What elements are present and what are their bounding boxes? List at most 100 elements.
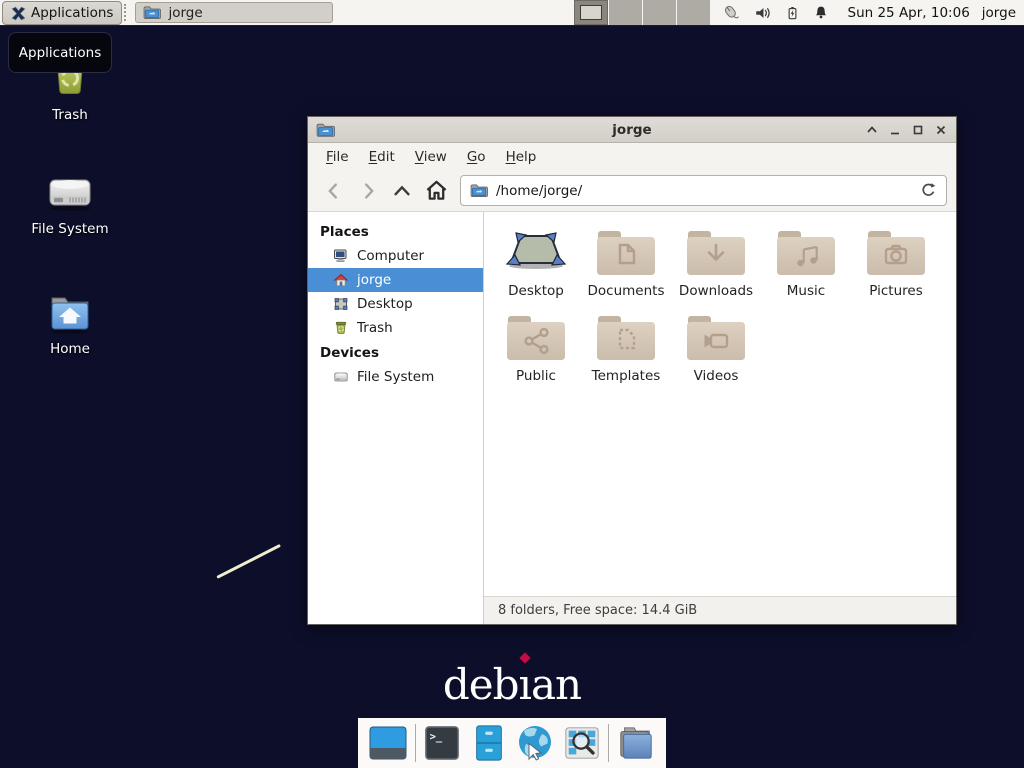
show-desktop-icon[interactable] (368, 723, 408, 763)
dock-separator (608, 724, 609, 762)
sidebar: Places Computer jorge Desktop (308, 212, 484, 624)
main-column: Desktop Documents (484, 212, 956, 624)
music-folder-icon (773, 226, 839, 280)
shade-button[interactable] (865, 123, 879, 137)
computer-icon (333, 248, 349, 264)
taskbar-empty-area (333, 0, 573, 25)
toolbar: /home/jorge/ (308, 170, 956, 212)
menu-view[interactable]: View (405, 145, 457, 169)
file-item-downloads[interactable]: Downloads (673, 226, 759, 299)
menu-edit[interactable]: Edit (359, 145, 405, 169)
desktop-icon-home[interactable]: Home (15, 290, 125, 357)
downloads-folder-icon (683, 226, 749, 280)
sidebar-header-devices: Devices (308, 340, 483, 365)
pictures-folder-icon (863, 226, 929, 280)
workspace-3[interactable] (642, 0, 676, 25)
file-manager-window: jorge File Edit View Go Help (307, 116, 957, 625)
window-titlebar[interactable]: jorge (308, 117, 956, 143)
file-item-music[interactable]: Music (763, 226, 849, 299)
templates-folder-icon (593, 311, 659, 365)
workspace-1[interactable] (574, 0, 608, 25)
web-browser-icon[interactable] (515, 723, 555, 763)
workspace-4[interactable] (676, 0, 710, 25)
public-folder-icon (503, 311, 569, 365)
forward-button[interactable] (351, 175, 385, 207)
desktop-icon-label: Trash (15, 107, 125, 123)
file-item-pictures[interactable]: Pictures (853, 226, 939, 299)
maximize-button[interactable] (911, 123, 925, 137)
home-icon (333, 272, 349, 288)
path-input[interactable]: /home/jorge/ (496, 183, 912, 199)
file-item-public[interactable]: Public (493, 311, 579, 384)
sidebar-header-places: Places (308, 219, 483, 244)
trash-icon (333, 320, 349, 336)
mouse-icon[interactable] (721, 3, 741, 22)
panel-username[interactable]: jorge (978, 0, 1024, 25)
window-controls (865, 123, 948, 137)
desktop-icon-file-system[interactable]: File System (15, 170, 125, 237)
menu-help[interactable]: Help (496, 145, 547, 169)
window-folder-icon (316, 122, 335, 138)
panel-clock[interactable]: Sun 25 Apr, 10:06 (840, 0, 978, 25)
file-item-templates[interactable]: Templates (583, 311, 669, 384)
up-button[interactable] (385, 175, 419, 207)
statusbar-text: 8 folders, Free space: 14.4 GiB (498, 603, 697, 618)
home-button[interactable] (419, 175, 453, 207)
top-panel: Applications jorge Sun (0, 0, 1024, 26)
folder-icon (143, 5, 161, 20)
file-item-documents[interactable]: Documents (583, 226, 669, 299)
menu-go[interactable]: Go (457, 145, 496, 169)
window-title: jorge (308, 122, 956, 138)
hard-drive-icon (15, 170, 125, 216)
sidebar-item-file-system[interactable]: File System (308, 365, 483, 389)
folder-icon[interactable] (616, 723, 656, 763)
taskbar-window-button[interactable]: jorge (135, 2, 333, 23)
desktop-paint-line (216, 544, 281, 579)
drive-icon (333, 369, 349, 385)
window-body: Places Computer jorge Desktop (308, 212, 956, 624)
battery-icon[interactable] (785, 4, 800, 22)
applications-menu-label: Applications (31, 5, 113, 21)
videos-folder-icon (683, 311, 749, 365)
applications-tooltip: Applications (8, 32, 112, 73)
workspace-2[interactable] (608, 0, 642, 25)
debian-logo: debıan (0, 660, 1024, 709)
taskbar-window-label: jorge (168, 5, 202, 21)
file-item-desktop[interactable]: Desktop (493, 226, 579, 299)
documents-folder-icon (593, 226, 659, 280)
sidebar-item-trash[interactable]: Trash (308, 316, 483, 340)
menu-file[interactable]: File (316, 145, 359, 169)
sidebar-item-desktop[interactable]: Desktop (308, 292, 483, 316)
statusbar: 8 folders, Free space: 14.4 GiB (484, 596, 956, 624)
desktop-icon (333, 296, 349, 312)
menubar: File Edit View Go Help (308, 143, 956, 170)
workspace-switcher (574, 0, 710, 25)
dock: >_ (358, 718, 666, 768)
panel-handle[interactable] (124, 4, 131, 21)
system-tray (710, 0, 840, 25)
back-button[interactable] (317, 175, 351, 207)
sidebar-item-computer[interactable]: Computer (308, 244, 483, 268)
debian-logo-red-dot: ı (519, 660, 531, 709)
path-bar[interactable]: /home/jorge/ (460, 175, 947, 206)
folder-icon (470, 183, 488, 198)
file-cabinet-icon[interactable] (469, 723, 509, 763)
applications-menu-button[interactable]: Applications (2, 1, 122, 25)
desktop-icon-label: Home (15, 341, 125, 357)
close-button[interactable] (934, 123, 948, 137)
desktop-workspace-icon (503, 226, 569, 280)
volume-icon[interactable] (754, 4, 772, 22)
file-view[interactable]: Desktop Documents (484, 212, 956, 596)
svg-text:>_: >_ (430, 731, 443, 743)
sidebar-item-jorge[interactable]: jorge (308, 268, 483, 292)
dock-separator (415, 724, 416, 762)
app-finder-icon[interactable] (562, 723, 602, 763)
xfce-logo-icon (11, 6, 26, 21)
minimize-button[interactable] (888, 123, 902, 137)
reload-icon[interactable] (920, 182, 937, 199)
desktop-icon-label: File System (15, 221, 125, 237)
home-folder-icon (15, 290, 125, 336)
file-item-videos[interactable]: Videos (673, 311, 759, 384)
terminal-icon[interactable]: >_ (422, 723, 462, 763)
notifications-bell-icon[interactable] (813, 4, 829, 21)
